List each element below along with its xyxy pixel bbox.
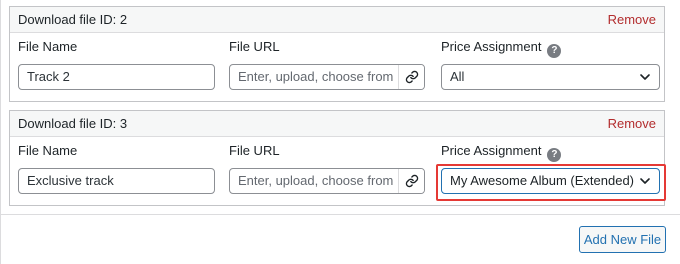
file-url-label: File URL	[229, 39, 280, 54]
chevron-down-icon	[640, 74, 650, 80]
file-name-input[interactable]: Exclusive track	[18, 168, 215, 194]
price-assignment-value: All	[450, 69, 465, 84]
help-icon[interactable]: ?	[547, 44, 562, 58]
price-assignment-select[interactable]: All	[441, 64, 660, 90]
file-row-body: File Name File URL Price Assignment? Tra…	[10, 33, 664, 107]
remove-file-link[interactable]: Remove	[608, 12, 656, 27]
remove-file-link[interactable]: Remove	[608, 116, 656, 131]
link-icon[interactable]	[398, 65, 424, 89]
help-icon[interactable]: ?	[547, 148, 562, 162]
file-name-input[interactable]: Track 2	[18, 64, 215, 90]
file-row-title: Download file ID: 3	[18, 116, 128, 131]
price-assignment-label-group: Price Assignment?	[441, 39, 562, 58]
file-url-label: File URL	[229, 143, 280, 158]
price-assignment-label: Price Assignment	[441, 39, 542, 54]
file-url-input[interactable]: Enter, upload, choose from M	[229, 64, 425, 90]
file-name-label: File Name	[18, 143, 78, 158]
highlight-box	[436, 164, 666, 201]
file-name-label: File Name	[18, 39, 78, 54]
price-assignment-label-group: Price Assignment?	[441, 143, 562, 162]
file-url-input[interactable]: Enter, upload, choose from M	[229, 168, 425, 194]
download-file-row: Download file ID: 2 Remove File Name Fil…	[9, 6, 665, 102]
file-row-header: Download file ID: 2 Remove	[10, 7, 664, 33]
file-url-placeholder: Enter, upload, choose from M	[238, 173, 394, 188]
link-icon[interactable]	[398, 169, 424, 193]
download-files-panel: Download file ID: 2 Remove File Name Fil…	[0, 0, 680, 264]
file-row-header: Download file ID: 3 Remove	[10, 111, 664, 137]
file-row-title: Download file ID: 2	[18, 12, 128, 27]
add-new-file-button[interactable]: Add New File	[579, 226, 666, 253]
file-url-placeholder: Enter, upload, choose from M	[238, 69, 394, 84]
price-assignment-label: Price Assignment	[441, 143, 542, 158]
divider	[1, 214, 680, 215]
